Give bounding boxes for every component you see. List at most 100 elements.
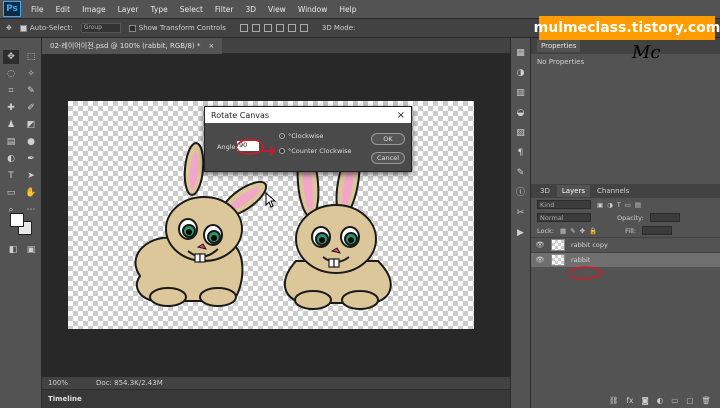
lock-icons[interactable]: ▦✎✥🔒: [560, 227, 601, 235]
dodge-tool-icon[interactable]: ◐: [3, 152, 19, 166]
crop-tool-icon[interactable]: ⌗: [3, 84, 19, 98]
healing-brush-tool-icon[interactable]: ✚: [3, 101, 19, 115]
transform-controls-checkbox[interactable]: [128, 24, 136, 32]
type-tool-icon[interactable]: T: [3, 169, 19, 183]
adjustments-icon[interactable]: ◒: [515, 108, 527, 118]
adjustment-layer-icon[interactable]: ◐: [657, 396, 664, 405]
menu-filter[interactable]: Filter: [209, 5, 240, 14]
document-tab[interactable]: 02-레이어이전.psd @ 100% (rabbit, RGB/8) * ×: [42, 38, 223, 54]
clockwise-radio[interactable]: [279, 133, 285, 139]
color-icon[interactable]: ◑: [515, 68, 527, 78]
align-left-icon[interactable]: [275, 24, 284, 32]
new-layer-icon[interactable]: ▢: [686, 396, 693, 405]
tab-channels[interactable]: Channels: [592, 185, 634, 197]
close-icon[interactable]: ×: [397, 110, 405, 121]
link-layers-icon[interactable]: ⛓: [609, 396, 619, 405]
clockwise-option[interactable]: °Clockwise: [279, 132, 323, 140]
magic-wand-tool-icon[interactable]: ✧: [23, 67, 39, 81]
layer-thumbnail: [551, 239, 565, 251]
more-tools-icon[interactable]: ⋯: [23, 203, 39, 217]
history-icon[interactable]: ▦: [515, 48, 527, 58]
auto-select-option[interactable]: Auto-Select:: [19, 24, 73, 32]
panel-dock-strip: ▦ ◑ ▥ ◒ ▧ ¶ ✎ ⓘ ✂ ▶: [510, 38, 530, 408]
hand-tool-icon[interactable]: ✋: [23, 186, 39, 200]
tools-preset-icon[interactable]: ✂: [515, 208, 527, 218]
cancel-button[interactable]: Cancel: [371, 152, 405, 164]
opacity-field[interactable]: [649, 213, 680, 222]
right-panel: Properties No Properties 3D Layers Chann…: [530, 38, 720, 408]
layers-panel: 3D Layers Channels Kind ▣◑T▭▤ Normal Opa…: [531, 184, 720, 408]
menu-image[interactable]: Image: [76, 5, 112, 14]
menu-3d[interactable]: 3D: [239, 5, 262, 14]
tab-3d[interactable]: 3D: [535, 185, 555, 197]
properties-header: Properties: [531, 38, 720, 54]
group-dropdown[interactable]: Group: [80, 23, 121, 33]
blur-tool-icon[interactable]: ●: [23, 135, 39, 149]
menu-edit[interactable]: Edit: [50, 5, 77, 14]
marquee-tool-icon[interactable]: ⬚: [23, 50, 39, 64]
paragraph-icon[interactable]: ¶: [515, 148, 527, 158]
foreground-color-swatch[interactable]: [10, 213, 24, 227]
timeline-panel[interactable]: Timeline: [42, 389, 530, 408]
swatches-icon[interactable]: ▥: [515, 88, 527, 98]
path-selection-tool-icon[interactable]: ➤: [23, 169, 39, 183]
counter-clockwise-radio[interactable]: [279, 148, 285, 154]
gradient-tool-icon[interactable]: ▤: [3, 135, 19, 149]
align-middle-icon[interactable]: [251, 24, 260, 32]
filter-icons[interactable]: ▣◑T▭▤: [597, 201, 645, 209]
brush-tool-icon[interactable]: ✐: [23, 101, 39, 115]
kind-filter-select[interactable]: Kind: [537, 200, 591, 209]
visibility-eye-icon[interactable]: 👁: [535, 256, 545, 264]
move-tool-icon[interactable]: ✥: [6, 24, 12, 32]
actions-icon[interactable]: ▶: [515, 228, 527, 238]
align-bottom-icon[interactable]: [263, 24, 272, 32]
menu-select[interactable]: Select: [174, 5, 209, 14]
quick-mask-icon[interactable]: ◧: [5, 243, 21, 257]
counter-clockwise-option[interactable]: °Counter Clockwise: [279, 147, 351, 155]
close-icon[interactable]: ×: [208, 42, 214, 50]
menu-window[interactable]: Window: [292, 5, 334, 14]
menu-type[interactable]: Type: [145, 5, 174, 14]
layer-row[interactable]: 👁 rabbit: [531, 252, 720, 267]
menu-help[interactable]: Help: [333, 5, 362, 14]
ok-button[interactable]: OK: [371, 133, 405, 145]
lasso-tool-icon[interactable]: ◌: [3, 67, 19, 81]
visibility-eye-icon[interactable]: 👁: [535, 241, 545, 249]
fill-field[interactable]: [642, 226, 673, 235]
blend-mode-select[interactable]: Normal: [537, 213, 591, 222]
layer-name[interactable]: rabbit copy: [571, 241, 608, 249]
mask-icon[interactable]: ◙: [641, 396, 648, 405]
screen-mode-icon[interactable]: ▣: [23, 243, 39, 257]
pen-tool-icon[interactable]: ✒: [23, 152, 39, 166]
rectangle-tool-icon[interactable]: ▭: [3, 186, 19, 200]
menu-file[interactable]: File: [25, 5, 50, 14]
transform-controls-option[interactable]: Show Transform Controls: [128, 24, 226, 32]
watermark-text: mulmeclass.tistory.com: [533, 20, 720, 36]
counter-clockwise-label: °Counter Clockwise: [288, 147, 352, 155]
doc-info[interactable]: Doc: 854.3K/2.43M: [96, 379, 163, 387]
eyedropper-tool-icon[interactable]: ✎: [23, 84, 39, 98]
menu-view[interactable]: View: [262, 5, 292, 14]
zoom-level[interactable]: 100%: [48, 379, 68, 387]
align-center-icon[interactable]: [287, 24, 296, 32]
fx-icon[interactable]: fx: [626, 396, 633, 405]
stamp-tool-icon[interactable]: ♟: [3, 118, 19, 132]
align-top-icon[interactable]: [239, 24, 248, 32]
tab-properties[interactable]: Properties: [537, 40, 581, 52]
trash-icon[interactable]: 🗑: [701, 396, 711, 405]
group-select[interactable]: Group: [80, 23, 121, 33]
eraser-tool-icon[interactable]: ◩: [23, 118, 39, 132]
info-icon[interactable]: ⓘ: [515, 188, 527, 198]
layer-row[interactable]: 👁 rabbit copy: [531, 237, 720, 252]
tab-layers[interactable]: Layers: [556, 185, 591, 197]
watermark-banner: mulmeclass.tistory.com: [534, 16, 720, 40]
move-tool-icon[interactable]: ✥: [3, 50, 19, 64]
canvas-area[interactable]: [42, 54, 530, 377]
brush-preset-icon[interactable]: ✎: [515, 168, 527, 178]
align-right-icon[interactable]: [299, 24, 308, 32]
auto-select-checkbox[interactable]: [19, 24, 27, 32]
group-icon[interactable]: ▭: [671, 396, 678, 405]
styles-icon[interactable]: ▧: [515, 128, 527, 138]
layer-name[interactable]: rabbit: [571, 256, 590, 264]
menu-layer[interactable]: Layer: [112, 5, 145, 14]
